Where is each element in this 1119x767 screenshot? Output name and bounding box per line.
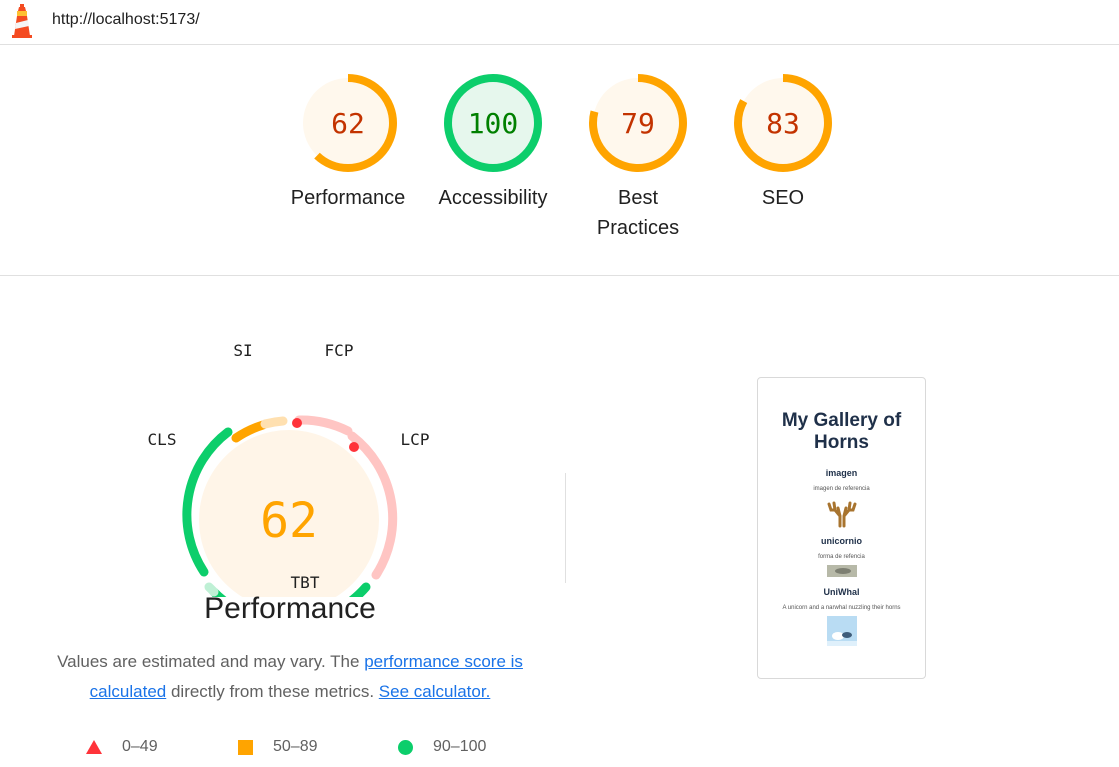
report-header: http://localhost:5173/ (0, 0, 1119, 45)
screenshot-item-caption: imagen de referencia (813, 486, 870, 492)
unicorn-image (826, 565, 857, 577)
gauge-accessibility[interactable]: 100 Accessibility (423, 73, 563, 213)
performance-gauge-ring: 62 (299, 74, 397, 172)
gauge-seo[interactable]: 83 SEO (713, 73, 853, 213)
si-remainder-arc (260, 416, 288, 429)
gauge-performance[interactable]: 62 Performance (278, 73, 418, 213)
metric-label-cls: CLS (148, 430, 177, 449)
legend-fail: 0–49 (86, 735, 158, 759)
lighthouse-icon (12, 4, 32, 38)
screenshot-page-title: My Gallery of Horns (781, 410, 902, 453)
seo-score-text: 83 (766, 107, 800, 140)
legend-fail-label: 0–49 (122, 738, 158, 755)
fcp-arc (294, 415, 353, 436)
gauge-label-seo: SEO (761, 187, 805, 209)
metric-label-lcp: LCP (401, 430, 430, 449)
gauge-label-accessibility: Accessibility (438, 187, 548, 209)
screenshot-item-caption: A unicorn and a narwhal nuzzling their h… (782, 605, 901, 611)
best-practices-score-text: 79 (621, 107, 655, 140)
final-screenshot[interactable]: My Gallery of Horns imagen imagen de ref… (757, 377, 926, 679)
metric-label-tbt: TBT (291, 573, 320, 592)
accessibility-score-text: 100 (468, 107, 519, 140)
metric-label-fcp: FCP (325, 341, 354, 360)
desc-text-2: directly from these metrics. (166, 682, 379, 701)
legend-pass-label: 90–100 (433, 738, 487, 755)
performance-description: Values are estimated and may vary. The p… (40, 647, 540, 707)
page-url: http://localhost:5173/ (52, 11, 200, 28)
category-gauges: 62 Performance 100 Accessibility 79 Best… (0, 45, 1119, 276)
square-icon (238, 739, 253, 755)
performance-section: 62 SI FCP LCP CLS TBT Performance Values… (0, 277, 1119, 767)
performance-big-score: 62 (260, 493, 318, 549)
accessibility-gauge-ring: 100 (444, 74, 542, 172)
screenshot-item-caption: forma de refencia (818, 554, 865, 560)
score-legend: 0–49 50–89 90–100 (86, 735, 546, 759)
screenshot-item-heading: imagen (825, 468, 858, 478)
screenshot-item-heading: unicornio (821, 536, 862, 546)
best-practices-gauge-ring: 79 (589, 74, 687, 172)
section-divider (565, 473, 566, 583)
antlers-image (827, 501, 856, 528)
gauge-best-practices[interactable]: 79 Best Practices (568, 73, 708, 243)
performance-score-text: 62 (331, 107, 365, 140)
screenshot-item-heading: UniWhal (823, 587, 860, 597)
seo-gauge-ring: 83 (734, 74, 832, 172)
fcp-marker (292, 418, 302, 428)
circle-icon (398, 739, 413, 755)
legend-pass: 90–100 (398, 735, 486, 759)
lcp-marker (349, 442, 359, 452)
performance-title: Performance (204, 592, 376, 625)
legend-average: 50–89 (238, 735, 318, 759)
gauge-label-best-practices: Best Practices (596, 187, 680, 239)
see-calculator-link[interactable]: See calculator. (379, 682, 491, 701)
desc-text-1: Values are estimated and may vary. The (57, 652, 365, 671)
performance-metrics-gauge: 62 SI FCP LCP CLS TBT (148, 341, 430, 597)
legend-average-label: 50–89 (273, 738, 318, 755)
triangle-icon (86, 740, 102, 754)
uniwhal-image (826, 616, 857, 646)
gauge-label-performance: Performance (290, 187, 406, 209)
metric-label-si: SI (233, 341, 252, 360)
